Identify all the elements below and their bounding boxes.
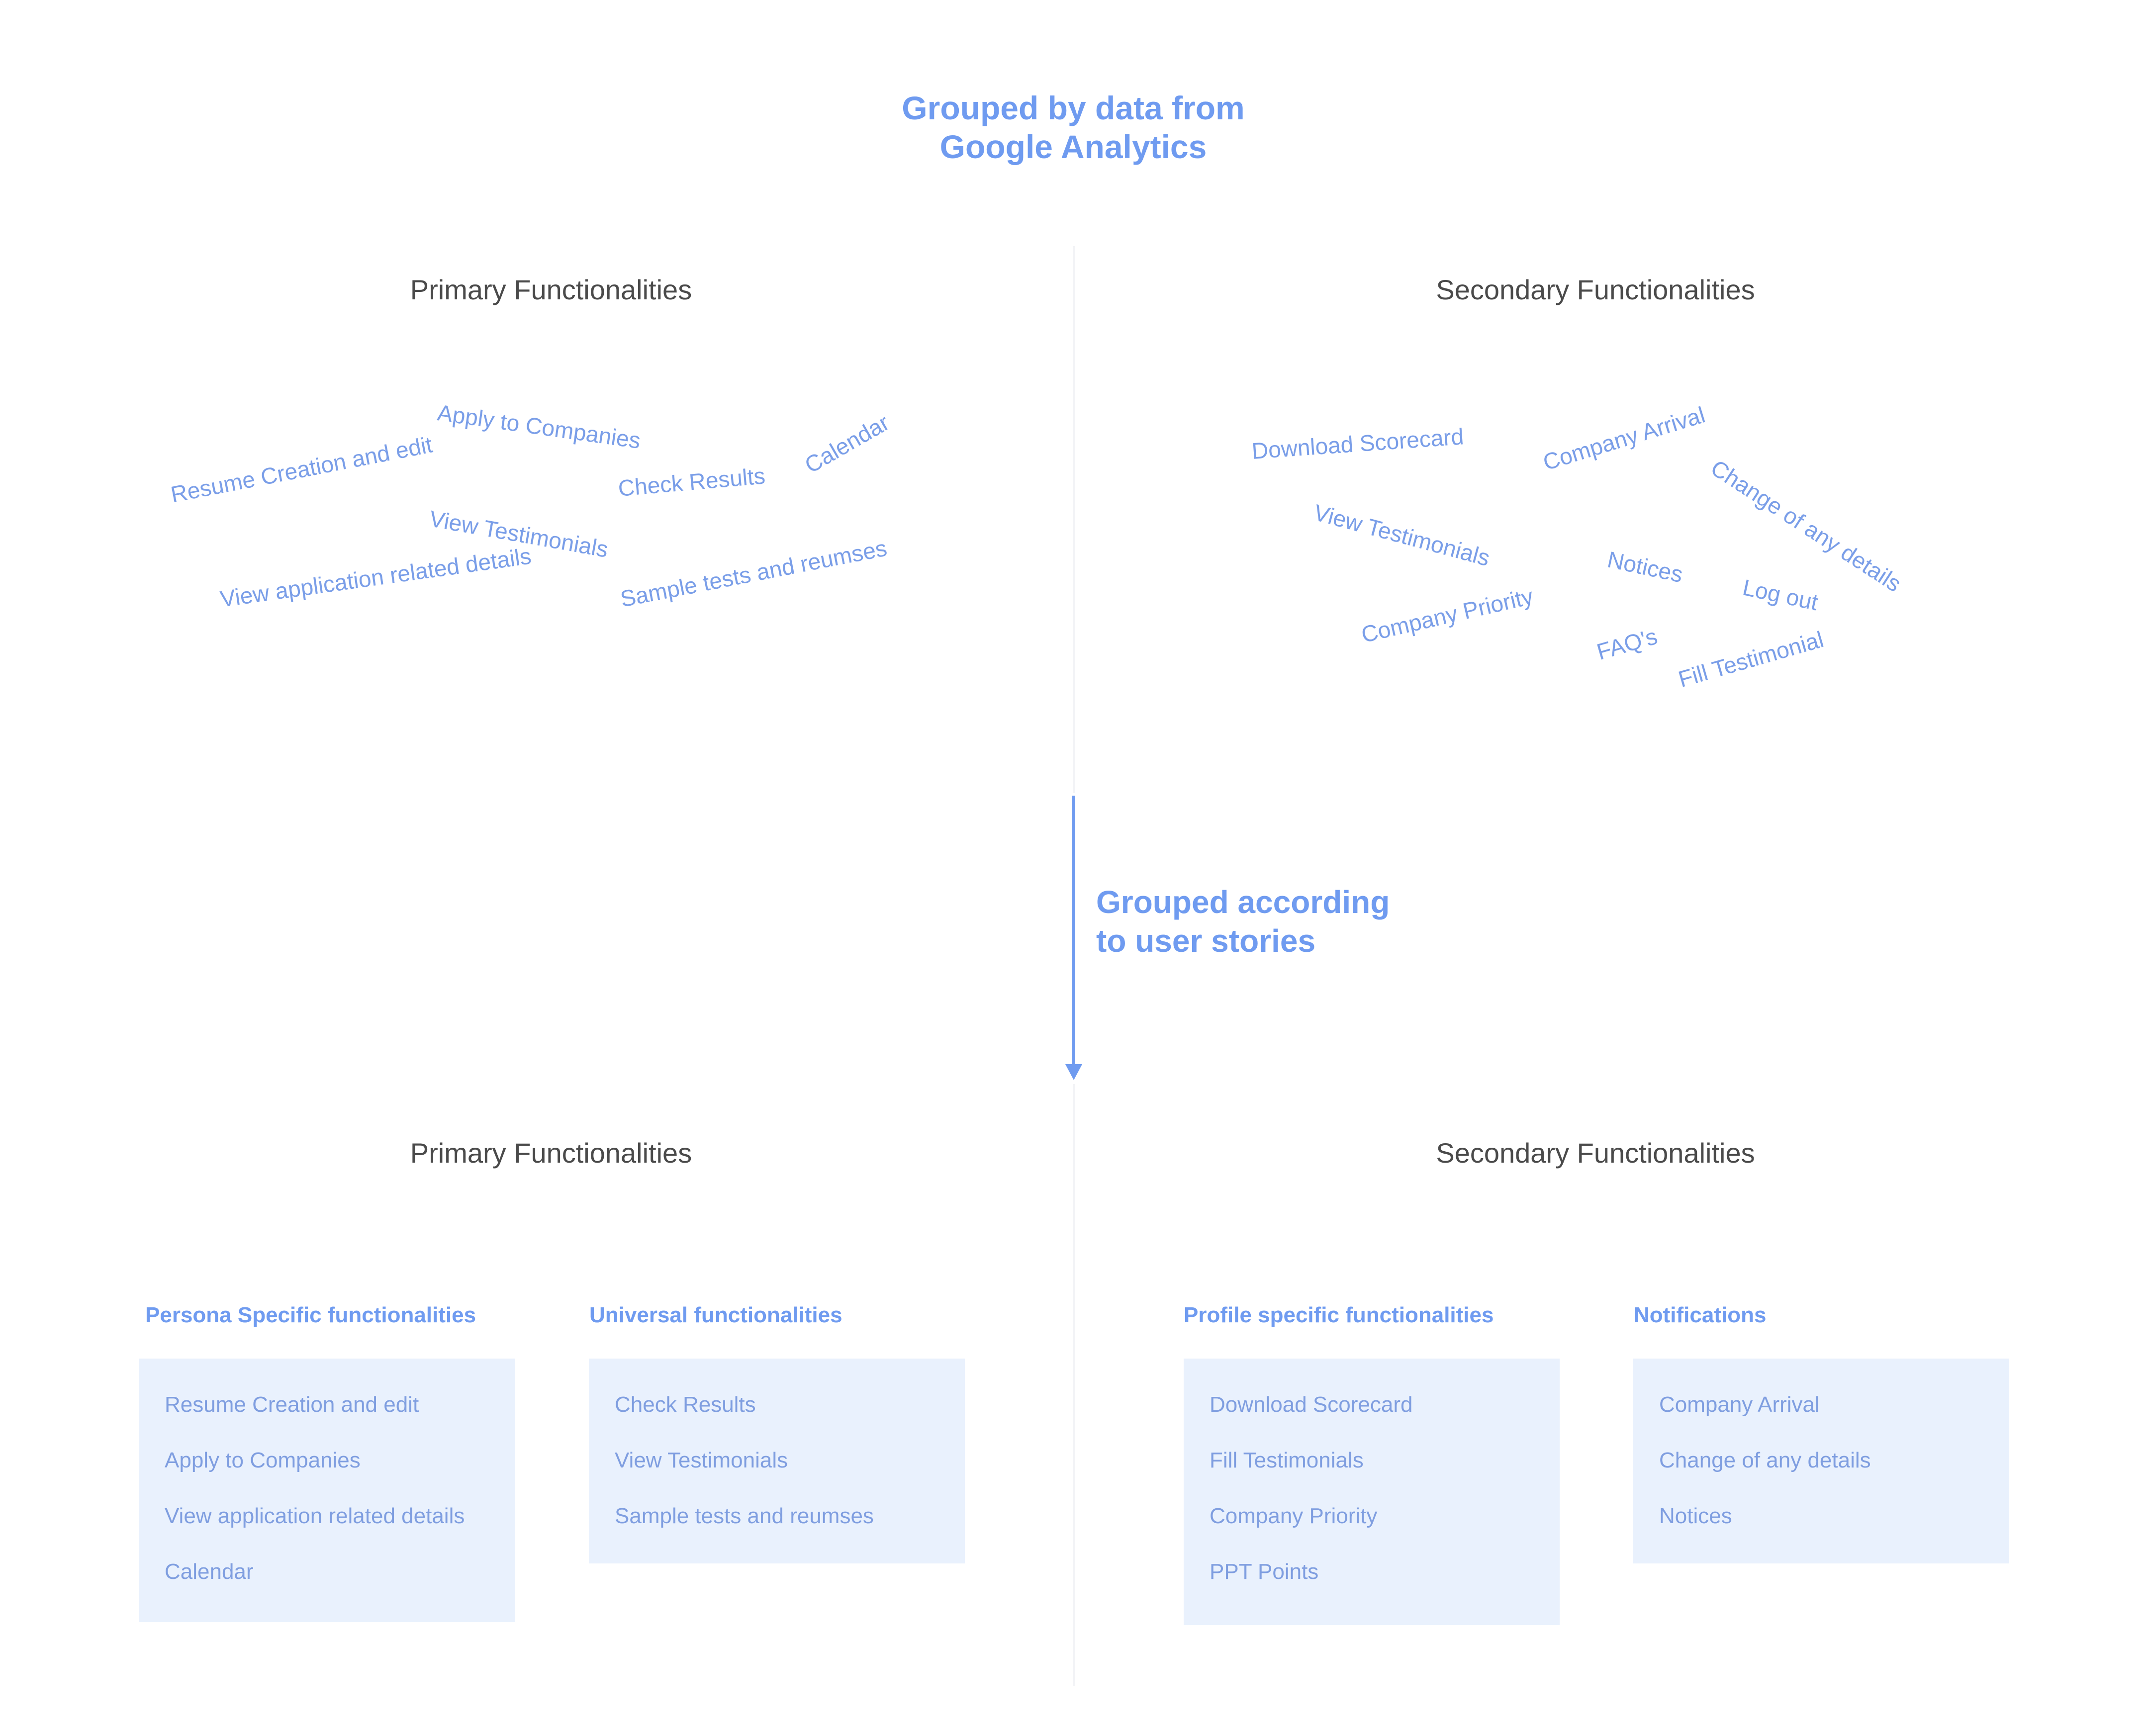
tag-view-testimonials-2: View Testimonials [1311, 499, 1493, 571]
tag-download-scorecard: Download Scorecard [1251, 423, 1465, 464]
tag-change-of-details: Change of any details [1706, 455, 1906, 597]
bottom-primary-heading: Primary Functionalities [410, 1137, 692, 1169]
tag-calendar: Calendar [800, 409, 894, 478]
group-title-notifications: Notifications [1634, 1303, 1767, 1327]
page-title: Grouped by data from Google Analytics [825, 89, 1322, 166]
card-profile: Download Scorecard Fill Testimonials Com… [1184, 1359, 1560, 1625]
list-item: Company Arrival [1659, 1392, 1820, 1417]
tag-view-application-details: View application related details [218, 543, 533, 612]
transition-label: Grouped according to user stories [1096, 883, 1390, 960]
list-item: Resume Creation and edit [165, 1392, 419, 1417]
list-item: Calendar [165, 1559, 254, 1584]
page-title-line-1: Grouped by data from [902, 90, 1245, 126]
list-item: Apply to Companies [165, 1448, 361, 1472]
list-item: Download Scorecard [1210, 1392, 1413, 1417]
list-item: PPT Points [1210, 1559, 1319, 1584]
group-title-universal: Universal functionalities [589, 1303, 842, 1327]
top-primary-heading: Primary Functionalities [410, 274, 692, 305]
tag-notices: Notices [1605, 546, 1685, 588]
bottom-divider [1073, 1084, 1075, 1686]
card-universal: Check Results View Testimonials Sample t… [589, 1359, 965, 1563]
down-arrow-icon [1065, 1064, 1082, 1080]
tag-fill-testimonial: Fill Testimonial [1675, 626, 1827, 692]
transition-label-line-1: Grouped according [1096, 884, 1390, 920]
tag-apply-to-companies: Apply to Companies [436, 399, 643, 454]
tag-resume-creation: Resume Creation and edit [169, 431, 435, 508]
group-title-persona: Persona Specific functionalities [145, 1303, 476, 1327]
tag-log-out: Log out [1740, 574, 1821, 616]
list-item: Change of any details [1659, 1448, 1871, 1472]
tag-check-results: Check Results [617, 462, 766, 501]
list-item: Company Priority [1210, 1504, 1378, 1528]
tag-faqs: FAQ's [1593, 623, 1661, 665]
top-secondary-heading: Secondary Functionalities [1436, 274, 1755, 305]
page-title-line-2: Google Analytics [939, 128, 1207, 165]
list-item: View Testimonials [615, 1448, 788, 1472]
list-item: View application related details [165, 1504, 465, 1528]
card-persona: Resume Creation and edit Apply to Compan… [139, 1359, 515, 1622]
group-title-profile: Profile specific functionalities [1184, 1303, 1494, 1327]
tag-company-priority: Company Priority [1359, 583, 1536, 648]
down-arrow-line [1072, 796, 1075, 1068]
list-item: Fill Testimonials [1210, 1448, 1364, 1472]
transition-label-line-2: to user stories [1096, 923, 1316, 959]
tag-company-arrival: Company Arrival [1540, 401, 1708, 475]
bottom-secondary-heading: Secondary Functionalities [1436, 1137, 1755, 1169]
tag-sample-tests: Sample tests and reumses [618, 535, 889, 612]
list-item: Sample tests and reumses [615, 1504, 874, 1528]
top-divider [1073, 246, 1075, 793]
card-notifications: Company Arrival Change of any details No… [1633, 1359, 2009, 1563]
list-item: Check Results [615, 1392, 756, 1417]
list-item: Notices [1659, 1504, 1732, 1528]
